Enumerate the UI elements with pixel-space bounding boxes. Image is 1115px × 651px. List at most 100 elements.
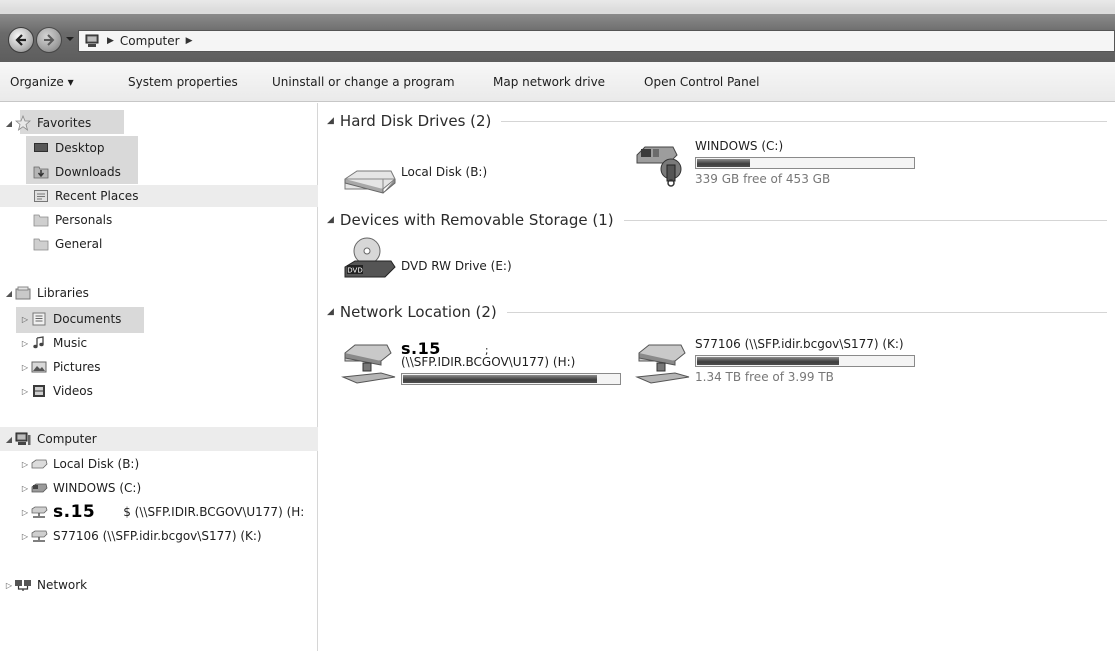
- organize-menu[interactable]: Organize ▾: [10, 75, 74, 89]
- group-header-hard-disk[interactable]: ◢ Hard Disk Drives (2): [327, 112, 1107, 130]
- nav-videos[interactable]: ▷ Videos: [20, 380, 93, 402]
- expand-arrow-icon[interactable]: ▷: [20, 363, 30, 372]
- collapse-arrow-icon[interactable]: ◢: [4, 289, 14, 298]
- back-button[interactable]: [8, 27, 34, 53]
- breadcrumb-separator-icon[interactable]: ▶: [107, 36, 114, 46]
- expand-arrow-icon[interactable]: ▷: [20, 460, 30, 469]
- drive-usage-fill: [403, 375, 598, 383]
- nav-label: Videos: [53, 384, 93, 398]
- nav-local-disk-b[interactable]: ▷ Local Disk (B:): [20, 453, 139, 475]
- expand-arrow-icon[interactable]: ▷: [20, 532, 30, 541]
- nav-label: Favorites: [37, 116, 92, 130]
- libraries-icon: [14, 285, 32, 301]
- nav-libraries[interactable]: ◢ Libraries: [4, 282, 89, 304]
- nav-general[interactable]: General: [32, 233, 102, 255]
- drive-usage-fill: [697, 357, 839, 365]
- nav-recent-places[interactable]: Recent Places: [32, 185, 138, 207]
- dvd-drive-icon: DVD: [344, 237, 396, 278]
- address-bar[interactable]: ▶ Computer ▶: [78, 30, 1115, 52]
- system-drive-lock-icon: [636, 146, 682, 187]
- hard-drive-icon: [344, 170, 396, 194]
- breadcrumb-separator-icon[interactable]: ▶: [186, 36, 193, 46]
- hard-drive-icon: [30, 456, 48, 472]
- nav-label: Pictures: [53, 360, 101, 374]
- nav-music[interactable]: ▷ Music: [20, 332, 87, 354]
- nav-downloads[interactable]: Downloads: [32, 161, 121, 183]
- drive-name: DVD RW Drive (E:): [401, 259, 512, 273]
- videos-icon: [30, 383, 48, 399]
- expand-arrow-icon[interactable]: ▷: [20, 387, 30, 396]
- nav-label: Local Disk (B:): [53, 457, 140, 471]
- network-icon: [14, 577, 32, 593]
- drive-usage-bar: [695, 157, 915, 169]
- documents-icon: [30, 311, 48, 327]
- redaction-label: s.15: [53, 502, 96, 522]
- system-properties-button[interactable]: System properties: [128, 75, 238, 89]
- expand-arrow-icon[interactable]: ▷: [20, 508, 30, 517]
- drive-name: S77106 (\\SFP.idir.bcgov\S177) (K:): [695, 337, 904, 351]
- expand-arrow-icon[interactable]: ▷: [20, 315, 30, 324]
- expand-arrow-icon[interactable]: ▷: [20, 484, 30, 493]
- drive-usage-bar: [401, 373, 621, 385]
- nav-personals[interactable]: Personals: [32, 209, 112, 231]
- drive-name: Local Disk (B:): [401, 165, 488, 179]
- drive-name: (\\SFP.IDIR.BCGOV\U177) (H:): [401, 355, 576, 369]
- nav-label: Documents: [53, 312, 122, 326]
- nav-network[interactable]: ▷ Network: [4, 574, 87, 596]
- collapse-arrow-icon[interactable]: ◢: [327, 307, 334, 317]
- expand-arrow-icon[interactable]: ▷: [20, 339, 30, 348]
- nav-windows-c[interactable]: ▷ WINDOWS (C:): [20, 477, 141, 499]
- expand-arrow-icon[interactable]: ▷: [4, 581, 14, 590]
- nav-label: Downloads: [55, 165, 121, 179]
- nav-label: WINDOWS (C:): [53, 481, 142, 495]
- star-icon: [14, 115, 32, 131]
- breadcrumb-computer[interactable]: Computer: [120, 34, 180, 48]
- nav-label: Desktop: [55, 141, 105, 155]
- open-control-panel-button[interactable]: Open Control Panel: [644, 75, 759, 89]
- collapse-arrow-icon[interactable]: ◢: [4, 119, 14, 128]
- nav-k-drive[interactable]: ▷ S77106 (\\SFP.idir.bcgov\S177) (K:): [20, 525, 262, 547]
- group-title: Devices with Removable Storage (1): [339, 211, 614, 229]
- collapse-arrow-icon[interactable]: ◢: [327, 215, 334, 225]
- nav-h-drive[interactable]: ▷ s.15 $ (\\SFP.IDIR.BCGOV\U177) (H:: [20, 501, 304, 523]
- nav-label: Personals: [55, 213, 113, 227]
- nav-label: Recent Places: [55, 189, 139, 203]
- network-drive-icon: [30, 504, 48, 520]
- nav-favorites[interactable]: ◢ Favorites: [4, 112, 91, 134]
- group-title: Hard Disk Drives (2): [339, 112, 492, 130]
- drive-k-network[interactable]: S77106 (\\SFP.idir.bcgov\S177) (K:) 1.34…: [635, 337, 915, 385]
- forward-button[interactable]: [36, 27, 62, 53]
- drive-h-network[interactable]: s.15 ; (\\SFP.IDIR.BCGOV\U177) (H:): [341, 337, 621, 385]
- collapse-arrow-icon[interactable]: ◢: [4, 435, 14, 444]
- nav-documents[interactable]: ▷ Documents: [20, 308, 122, 330]
- nav-label: Music: [53, 336, 88, 350]
- downloads-icon: [32, 164, 50, 180]
- drive-windows-c[interactable]: WINDOWS (C:) 339 GB free of 453 GB: [635, 139, 915, 187]
- group-header-removable[interactable]: ◢ Devices with Removable Storage (1): [327, 211, 1107, 229]
- nav-desktop[interactable]: Desktop: [32, 137, 105, 159]
- forward-arrow-icon: [44, 34, 55, 46]
- group-divider: [506, 311, 1107, 313]
- drive-name: WINDOWS (C:): [695, 139, 784, 153]
- system-drive-icon: [30, 480, 48, 496]
- group-header-network[interactable]: ◢ Network Location (2): [327, 303, 1107, 321]
- network-drive-icon: [635, 344, 690, 384]
- drive-free-space: 1.34 TB free of 3.99 TB: [695, 370, 834, 384]
- nav-label: Computer: [37, 432, 97, 446]
- drive-local-disk-b[interactable]: Local Disk (B:): [341, 153, 487, 201]
- folder-icon: [32, 236, 50, 252]
- drive-dvd-e[interactable]: DVD DVD RW Drive (E:): [341, 235, 512, 283]
- dvd-badge: DVD: [347, 267, 362, 275]
- uninstall-program-button[interactable]: Uninstall or change a program: [272, 75, 455, 89]
- drives-view: ◢ Hard Disk Drives (2) Local Disk (B:) W…: [319, 103, 1115, 651]
- command-bar: Organize ▾ System properties Uninstall o…: [0, 62, 1115, 102]
- network-drive-icon: [341, 344, 396, 384]
- nav-pictures[interactable]: ▷ Pictures: [20, 356, 101, 378]
- map-network-drive-button[interactable]: Map network drive: [493, 75, 605, 89]
- recent-pages-dropdown-icon[interactable]: [66, 35, 74, 43]
- collapse-arrow-icon[interactable]: ◢: [327, 116, 334, 126]
- music-icon: [30, 335, 48, 351]
- pictures-icon: [30, 359, 48, 375]
- network-drive-icon: [30, 528, 48, 544]
- nav-computer[interactable]: ◢ Computer: [4, 428, 97, 450]
